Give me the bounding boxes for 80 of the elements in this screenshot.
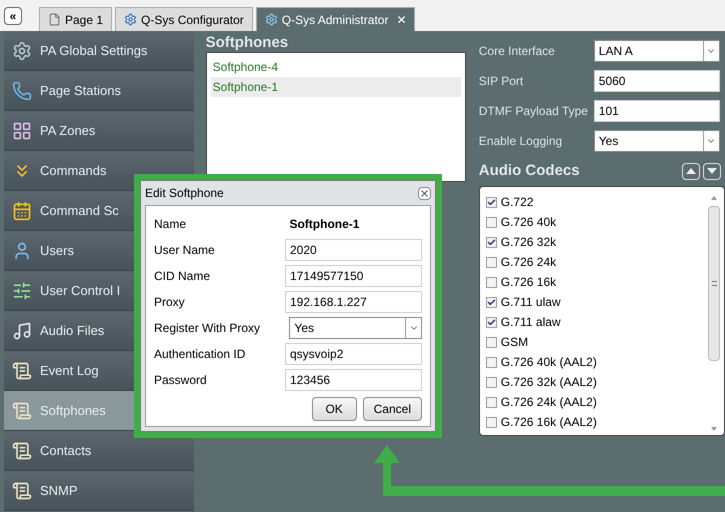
setting-label: Enable Logging bbox=[478, 133, 564, 150]
codec-label: G.711 alaw bbox=[500, 314, 561, 331]
up-triangle-icon bbox=[686, 168, 696, 174]
document-icon bbox=[12, 480, 32, 500]
sidebar-item[interactable]: Contacts bbox=[4, 431, 194, 471]
move-up-button[interactable] bbox=[682, 162, 700, 180]
dialog-field[interactable]: 123456 bbox=[285, 369, 422, 391]
tab[interactable]: Page 1 bbox=[39, 7, 112, 31]
checkbox[interactable] bbox=[486, 396, 497, 408]
gear-icon bbox=[12, 40, 32, 60]
setting-label: Core Interface bbox=[478, 43, 556, 60]
ok-button[interactable]: OK bbox=[312, 397, 357, 421]
checkbox[interactable] bbox=[486, 416, 497, 428]
setting-dropdown[interactable]: LAN A bbox=[594, 40, 720, 62]
codec-label: G.726 32k (AAL2) bbox=[500, 374, 597, 391]
checkbox[interactable] bbox=[486, 376, 497, 388]
checkbox[interactable] bbox=[486, 196, 497, 208]
dialog-dropdown[interactable]: Yes bbox=[289, 317, 422, 339]
codec-label: G.722 bbox=[500, 194, 534, 211]
gear-icon bbox=[264, 13, 278, 26]
codec-label: G.726 40k bbox=[500, 214, 556, 231]
document-icon bbox=[12, 440, 32, 460]
close-icon[interactable] bbox=[418, 186, 431, 200]
codec-label: G.726 16k (AAL2) bbox=[500, 414, 597, 431]
sidebar-item[interactable]: PA Zones bbox=[4, 111, 194, 151]
sidebar-item[interactable]: PA Global Settings bbox=[4, 31, 194, 71]
codec-label: GSM bbox=[500, 334, 528, 351]
sidebar-item[interactable]: Page Stations bbox=[4, 71, 194, 111]
document-icon bbox=[12, 360, 32, 380]
checkbox[interactable] bbox=[486, 216, 497, 228]
setting-label: SIP Port bbox=[478, 73, 524, 90]
calendar-icon bbox=[12, 200, 32, 220]
codec-label: G.726 24k bbox=[500, 254, 556, 271]
tab[interactable]: Q-Sys Administrator ✕ bbox=[256, 7, 416, 31]
dialog-value: Softphone-1 bbox=[289, 216, 360, 233]
tab[interactable]: Q-Sys Configurator bbox=[115, 7, 253, 31]
dialog-field[interactable]: 192.168.1.227 bbox=[285, 291, 422, 313]
dialog-field[interactable]: qsysvoip2 bbox=[285, 343, 422, 365]
dialog-field[interactable]: 17149577150 bbox=[285, 265, 422, 287]
codec-label: G.726 40k (AAL2) bbox=[500, 354, 597, 371]
sidebar-item[interactable]: SNMP bbox=[4, 471, 194, 511]
codec-label: G.726 24k (AAL2) bbox=[500, 394, 597, 411]
section-title: Softphones bbox=[206, 34, 290, 52]
codec-label: G.711 ulaw bbox=[500, 294, 561, 311]
checkbox[interactable] bbox=[486, 356, 497, 368]
checkbox[interactable] bbox=[486, 276, 497, 288]
field-label: Proxy bbox=[154, 294, 186, 311]
scroll-up-icon[interactable] bbox=[711, 196, 717, 200]
collapse-button[interactable]: « bbox=[4, 6, 22, 24]
setting-label: DTMF Payload Type bbox=[478, 103, 589, 120]
down-triangle-icon bbox=[707, 168, 717, 174]
checkbox[interactable] bbox=[486, 316, 497, 328]
field-label: Name bbox=[154, 216, 188, 233]
softphone-item[interactable]: Softphone-1 bbox=[210, 77, 461, 97]
gear-icon bbox=[124, 13, 138, 26]
close-icon[interactable]: ✕ bbox=[396, 10, 406, 28]
checkbox[interactable] bbox=[486, 336, 497, 348]
setting-field[interactable]: 5060 bbox=[594, 70, 720, 92]
checkbox[interactable] bbox=[486, 296, 497, 308]
setting-dropdown[interactable]: Yes bbox=[594, 130, 720, 152]
scroll-down-icon[interactable] bbox=[711, 427, 717, 431]
dialog-field[interactable]: 2020 bbox=[285, 239, 422, 261]
tab-label: Q-Sys Configurator bbox=[141, 12, 244, 28]
codec-label: G.726 32k bbox=[500, 234, 556, 251]
checkbox[interactable] bbox=[486, 236, 497, 248]
setting-field[interactable]: 101 bbox=[594, 100, 720, 122]
page-icon bbox=[48, 13, 61, 26]
sliders-icon bbox=[12, 280, 32, 300]
codec-label: G.726 16k bbox=[500, 274, 556, 291]
softphone-item[interactable]: Softphone-4 bbox=[210, 57, 461, 77]
tab-label: Q-Sys Administrator bbox=[282, 12, 388, 28]
cancel-button[interactable]: Cancel bbox=[362, 397, 422, 421]
section-title: Audio Codecs bbox=[478, 160, 580, 181]
checkbox[interactable] bbox=[486, 256, 497, 268]
grid-icon bbox=[12, 120, 32, 140]
tab-label: Page 1 bbox=[65, 12, 104, 28]
music-note-icon bbox=[12, 320, 32, 340]
move-down-button[interactable] bbox=[703, 162, 721, 180]
document-icon bbox=[12, 400, 32, 420]
phone-icon bbox=[12, 80, 32, 100]
